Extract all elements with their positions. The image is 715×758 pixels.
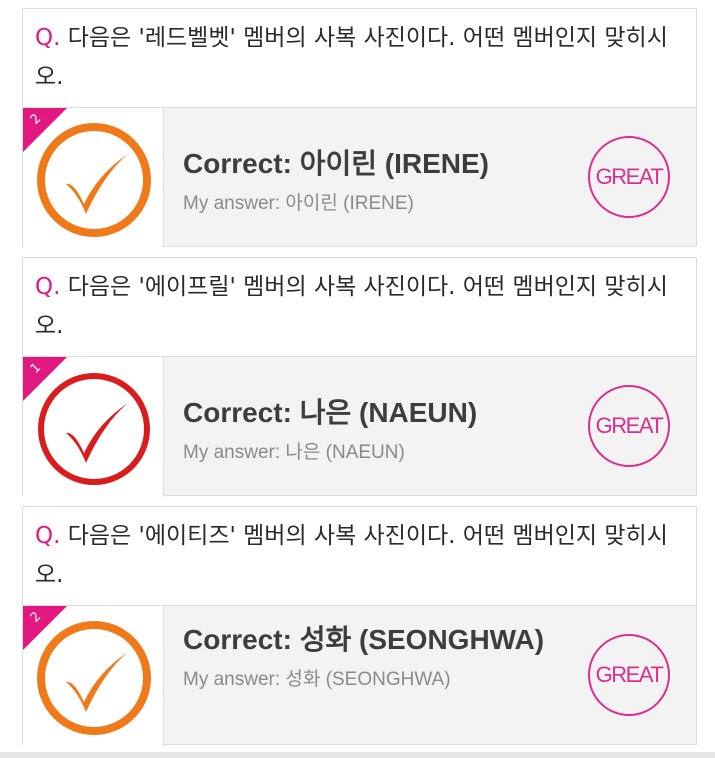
question-prefix: Q. bbox=[35, 274, 61, 300]
correct-label: Correct: 아이린 (IRENE) bbox=[183, 148, 489, 179]
great-badge: GREAT bbox=[588, 136, 670, 218]
result-thumbnail: 2 bbox=[23, 606, 164, 746]
result-card[interactable]: 2 Correct: 성화 (SEONGHWA) My answer: 성화 (… bbox=[22, 605, 697, 746]
answer-block: Correct: 아이린 (IRENE) My answer: 아이린 (IRE… bbox=[183, 142, 573, 215]
result-thumbnail: 1 bbox=[23, 357, 164, 497]
question-card: Q. 다음은 '에이티즈' 멤버의 사복 사진이다. 어떤 멤버인지 맞히시오. bbox=[22, 506, 697, 606]
question-prefix: Q. bbox=[35, 25, 61, 51]
my-answer-label: My answer: 나은 (NAEUN) bbox=[183, 442, 405, 463]
great-badge: GREAT bbox=[588, 385, 670, 467]
question-text: 다음은 '에이티즈' 멤버의 사복 사진이다. 어떤 멤버인지 맞히시오. bbox=[35, 523, 668, 588]
question-text: 다음은 '레드벨벳' 멤버의 사복 사진이다. 어떤 멤버인지 맞히시오. bbox=[35, 25, 668, 90]
correct-label: Correct: 나은 (NAEUN) bbox=[183, 397, 478, 428]
result-thumbnail: 2 bbox=[23, 108, 164, 248]
great-badge: GREAT bbox=[588, 634, 670, 716]
my-answer-label: My answer: 아이린 (IRENE) bbox=[183, 193, 414, 214]
answer-block: Correct: 나은 (NAEUN) My answer: 나은 (NAEUN… bbox=[183, 391, 573, 464]
question-prefix: Q. bbox=[35, 523, 61, 549]
result-card[interactable]: 2 Correct: 아이린 (IRENE) My answer: 아이린 (I… bbox=[22, 107, 697, 248]
result-card[interactable]: 1 Correct: 나은 (NAEUN) My answer: 나은 (NAE… bbox=[22, 356, 697, 497]
bottom-divider bbox=[0, 752, 715, 758]
my-answer-label: My answer: 성화 (SEONGHWA) bbox=[183, 669, 451, 690]
question-card: Q. 다음은 '에이프릴' 멤버의 사복 사진이다. 어떤 멤버인지 맞히시오. bbox=[22, 257, 697, 357]
answer-block: Correct: 성화 (SEONGHWA) My answer: 성화 (SE… bbox=[183, 618, 563, 691]
correct-label: Correct: 성화 (SEONGHWA) bbox=[183, 624, 545, 655]
question-card: Q. 다음은 '레드벨벳' 멤버의 사복 사진이다. 어떤 멤버인지 맞히시오. bbox=[22, 8, 697, 108]
question-text: 다음은 '에이프릴' 멤버의 사복 사진이다. 어떤 멤버인지 맞히시오. bbox=[35, 274, 668, 339]
